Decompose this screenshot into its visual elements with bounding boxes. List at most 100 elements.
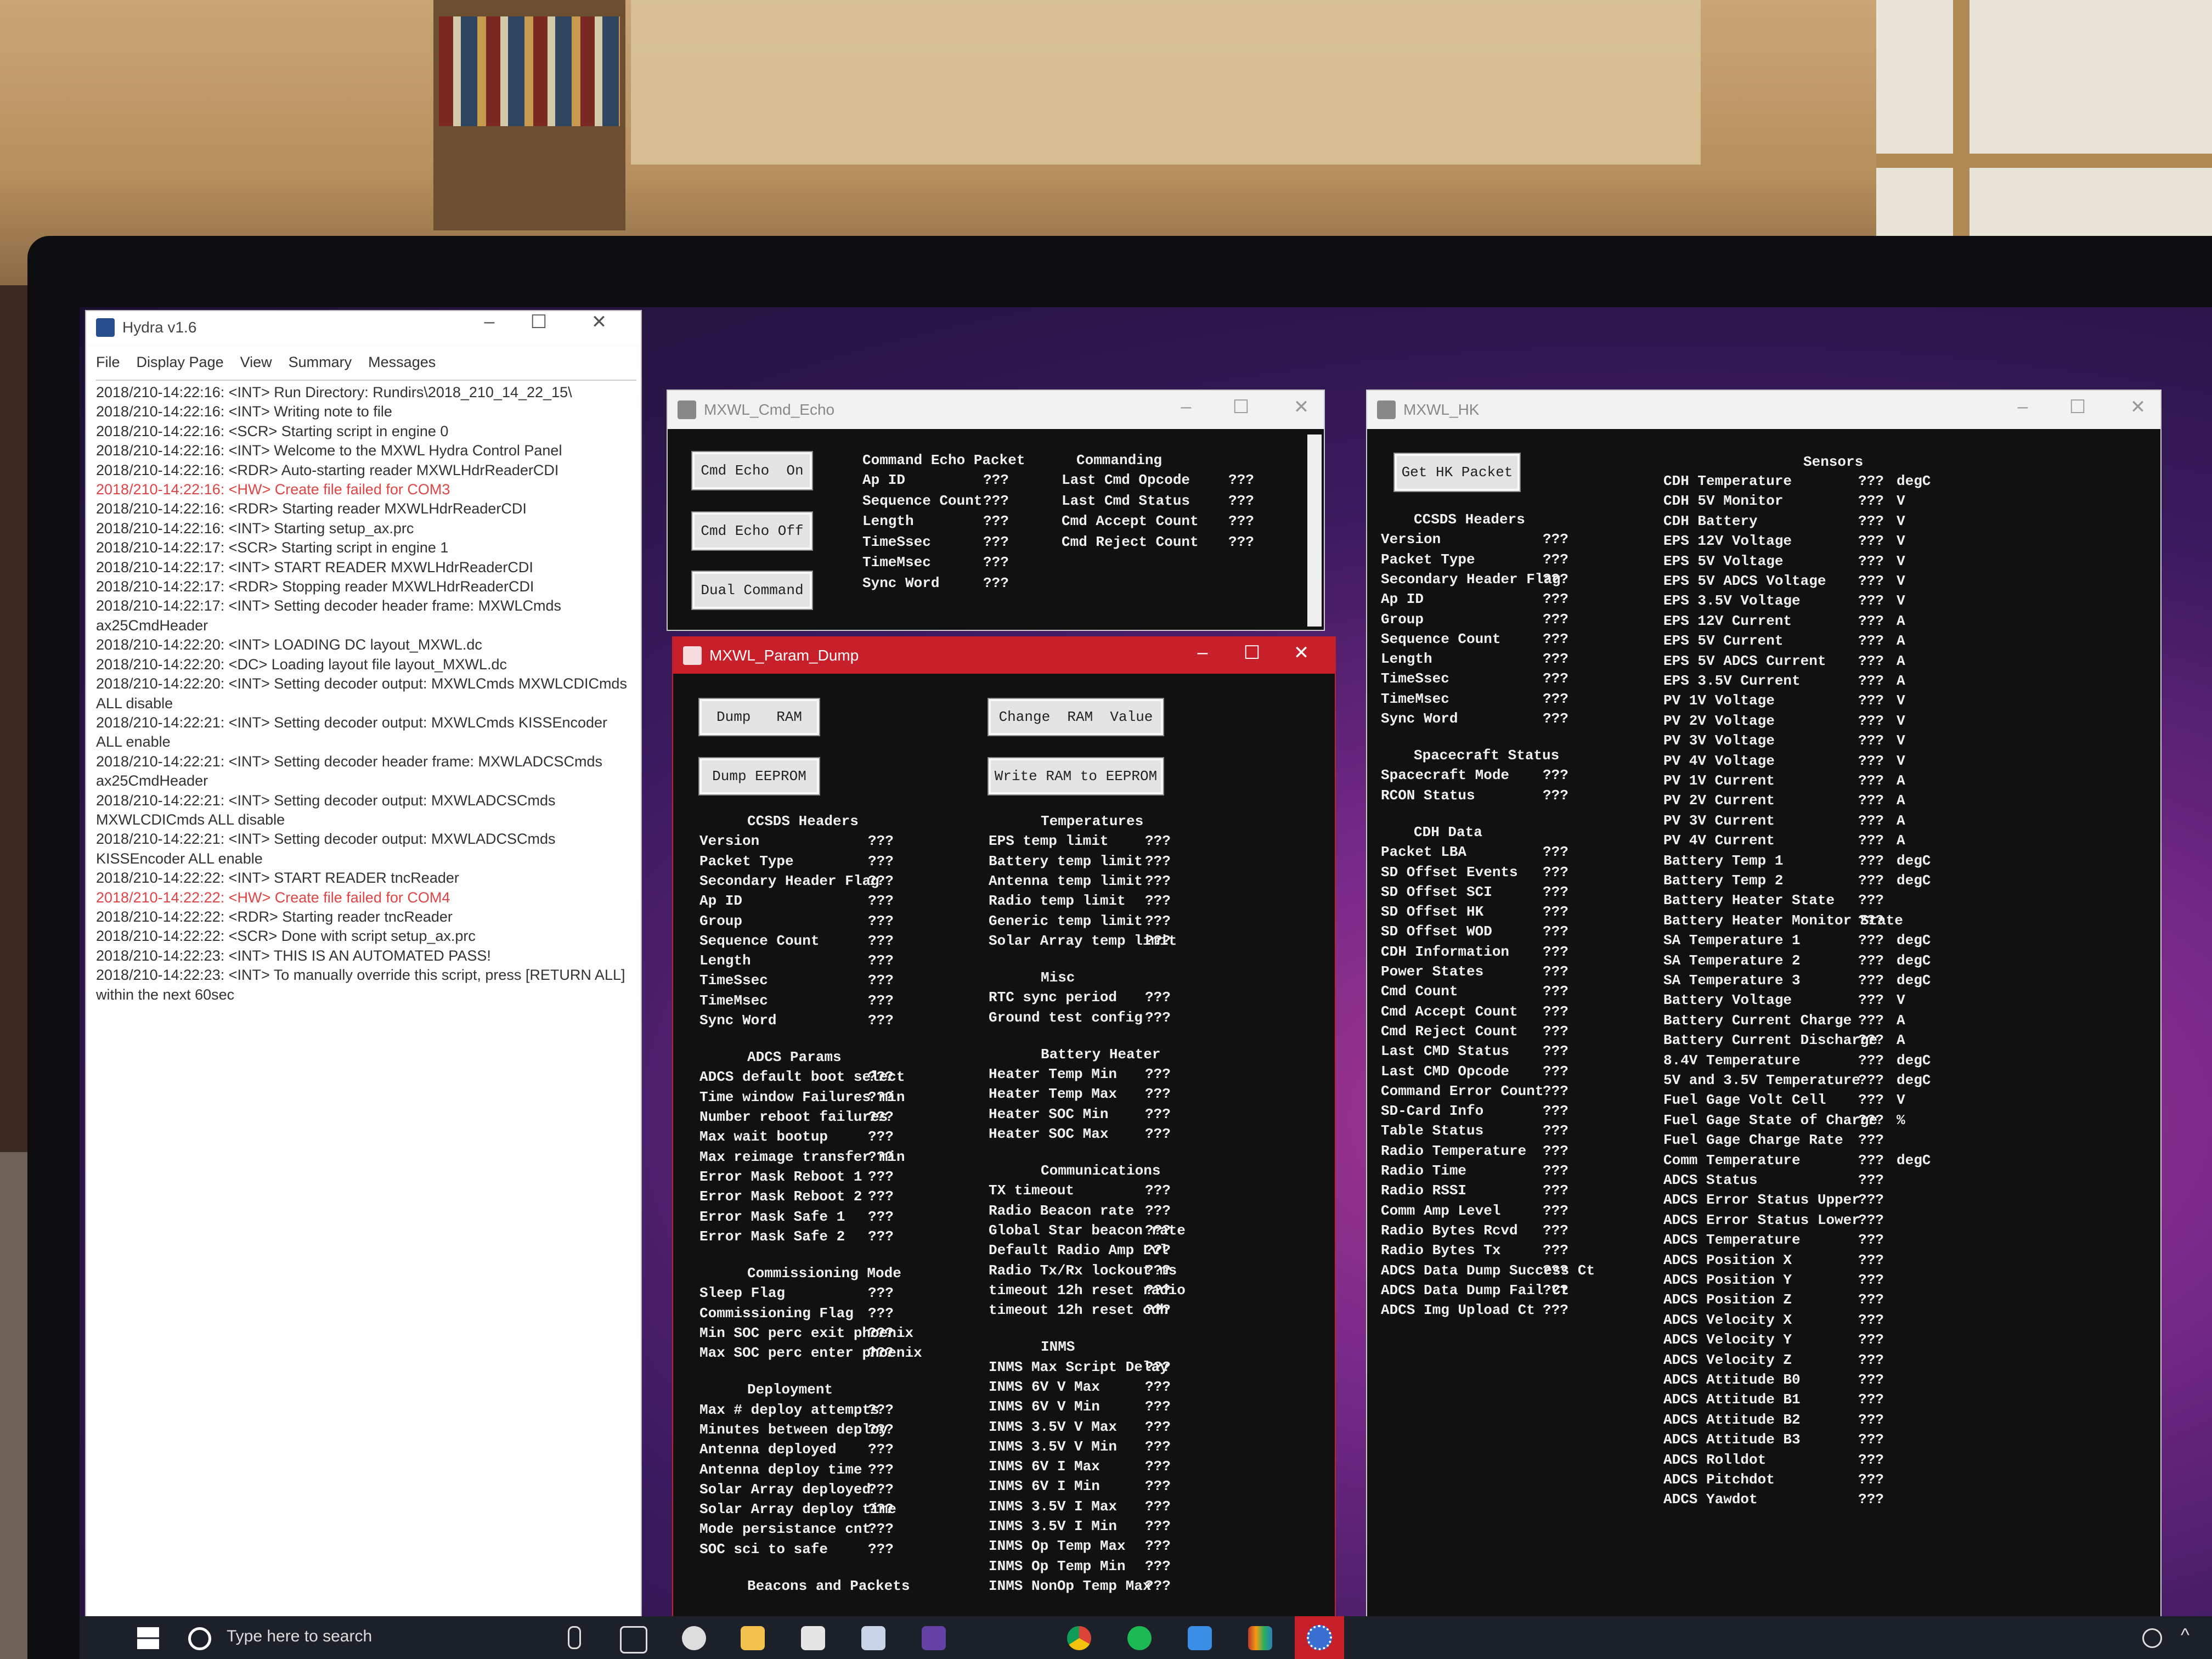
minimize-button[interactable]: – [1998, 396, 2047, 417]
param-field-label: Number reboot failures [699, 1109, 888, 1126]
menu-view[interactable]: View [240, 354, 272, 371]
param-dump-title: MXWL_Param_Dump [709, 647, 859, 664]
maximize-button[interactable]: ☐ [2053, 396, 2102, 418]
minimize-button[interactable]: – [465, 311, 514, 332]
sensor-value: ??? [1858, 673, 1884, 689]
write-ram-to-eeprom-button[interactable]: Write RAM to EEPROM [988, 757, 1164, 795]
minimize-button[interactable]: – [1161, 396, 1211, 417]
chevron-up-icon[interactable]: ^ [2181, 1625, 2190, 1646]
log-line: 2018/210-14:22:16: <RDR> Starting reader… [96, 500, 527, 517]
sensor-label: EPS 5V Current [1663, 633, 1784, 650]
param-field-value: ??? [868, 893, 894, 910]
change-ram-value-button[interactable]: Change RAM Value [988, 698, 1164, 736]
dump-eeprom-button[interactable]: Dump EEPROM [698, 757, 820, 795]
file-explorer-icon[interactable] [741, 1626, 765, 1650]
hk-field-value: ??? [1543, 1063, 1568, 1080]
close-button[interactable]: ✕ [2113, 396, 2160, 418]
sensor-value: ??? [1858, 1411, 1884, 1428]
param-field-value: ??? [1145, 1518, 1171, 1535]
sensor-unit: A [1897, 832, 1905, 849]
param-field-label: Sleep Flag [699, 1285, 786, 1302]
maximize-button[interactable]: ☐ [1227, 642, 1277, 664]
sensor-label: ADCS Attitude B0 [1663, 1372, 1801, 1388]
param-section-header: Battery Heater [1041, 1046, 1161, 1063]
taskbar-search-input[interactable]: Type here to search [227, 1627, 372, 1646]
sensor-label: CDH 5V Monitor [1663, 493, 1784, 510]
app-icon[interactable] [1188, 1626, 1212, 1650]
gear-icon [1307, 1625, 1332, 1650]
log-line: 2018/210-14:22:16: <HW> Create file fail… [96, 481, 450, 498]
twitch-icon[interactable] [922, 1626, 946, 1650]
menu-file[interactable]: File [96, 354, 120, 371]
maximize-button[interactable]: ☐ [514, 311, 563, 333]
hk-field-label: SD-Card Info [1381, 1103, 1484, 1120]
log-line: ax25CmdHeader [96, 772, 208, 789]
param-section-header: CCSDS Headers [747, 813, 859, 830]
sensor-value: ??? [1858, 1331, 1884, 1348]
menu-messages[interactable]: Messages [368, 354, 436, 371]
hk-field-value: ??? [1543, 551, 1568, 568]
scrollbar[interactable] [1307, 435, 1322, 627]
sensor-label: EPS 3.5V Current [1663, 673, 1801, 689]
people-icon[interactable] [2142, 1628, 2162, 1648]
window-app-icon [678, 400, 696, 419]
hydra-log[interactable]: 2018/210-14:22:16: <INT> Run Directory: … [96, 380, 636, 1617]
sensor-value: ??? [1858, 512, 1884, 529]
close-button[interactable]: ✕ [1277, 396, 1326, 418]
close-button[interactable]: ✕ [574, 311, 624, 333]
start-button[interactable] [137, 1627, 159, 1649]
sensor-value: ??? [1858, 692, 1884, 709]
sensor-label: ADCS Attitude B2 [1663, 1411, 1801, 1428]
sensor-value: ??? [1858, 772, 1884, 789]
sensor-unit: V [1897, 992, 1905, 1009]
param-field-value: ??? [1145, 893, 1171, 910]
hk-field-value: ??? [1543, 1142, 1568, 1159]
param-field-label: Heater SOC Max [989, 1125, 1109, 1142]
mail-icon[interactable] [801, 1626, 825, 1650]
menu-display-page[interactable]: Display Page [137, 354, 224, 371]
spotify-icon[interactable] [1127, 1626, 1152, 1650]
dual-command-button[interactable]: Dual Command [691, 571, 813, 610]
param-field-value: ??? [868, 1481, 894, 1498]
cmd-field-value: ??? [1228, 533, 1254, 550]
sensor-value: ??? [1858, 972, 1884, 989]
store-icon[interactable] [861, 1626, 885, 1650]
microphone-icon[interactable] [568, 1626, 581, 1649]
hk-field-label: SD Offset SCI [1381, 883, 1492, 900]
param-section-header: Commissioning Mode [747, 1265, 901, 1282]
task-view-icon[interactable] [620, 1626, 647, 1654]
hk-field-label: Sequence Count [1381, 630, 1501, 647]
param-field-value: ??? [868, 1461, 894, 1478]
chrome-icon[interactable] [1067, 1626, 1091, 1650]
param-field-value: ??? [1145, 1009, 1171, 1026]
log-line: 2018/210-14:22:16: <INT> Welcome to the … [96, 442, 562, 459]
cmd-echo-off-button[interactable]: Cmd Echo Off [691, 511, 813, 551]
param-field-label: INMS 3.5V I Min [989, 1518, 1118, 1535]
log-line: 2018/210-14:22:17: <INT> START READER MX… [96, 558, 533, 575]
param-field-label: Error Mask Reboot 2 [699, 1188, 862, 1205]
minimize-button[interactable]: – [1178, 642, 1227, 663]
param-field-value: ??? [1145, 1458, 1171, 1475]
hk-field-value: ??? [1543, 1003, 1568, 1020]
log-line: 2018/210-14:22:21: <INT> Setting decoder… [96, 714, 608, 731]
dump-ram-button[interactable]: Dump RAM [698, 698, 820, 736]
get-hk-packet-button[interactable]: Get HK Packet [1393, 453, 1521, 492]
param-field-label: INMS 6V I Max [989, 1458, 1100, 1475]
hk-field-value: ??? [1543, 883, 1568, 900]
menu-summary[interactable]: Summary [289, 354, 352, 371]
cmd-echo-on-button[interactable]: Cmd Echo On [691, 451, 813, 490]
log-line: MXWLCDICmds ALL disable [96, 811, 285, 828]
settings-gear-icon[interactable] [682, 1626, 706, 1650]
sensor-value: ??? [1858, 852, 1884, 869]
maximize-button[interactable]: ☐ [1216, 396, 1266, 418]
sensor-value: ??? [1858, 1372, 1884, 1388]
hydra-taskbar-item[interactable] [1295, 1616, 1344, 1659]
param-field-value: ??? [1145, 1222, 1171, 1239]
close-button[interactable]: ✕ [1277, 642, 1326, 664]
sensor-unit: V [1897, 592, 1905, 610]
sensor-label: ADCS Velocity Z [1663, 1351, 1792, 1368]
window-app-icon [1377, 400, 1396, 419]
sensor-label: EPS 12V Voltage [1663, 533, 1792, 550]
hk-field-label: Group [1381, 611, 1424, 628]
archive-app-icon[interactable] [1248, 1626, 1272, 1650]
